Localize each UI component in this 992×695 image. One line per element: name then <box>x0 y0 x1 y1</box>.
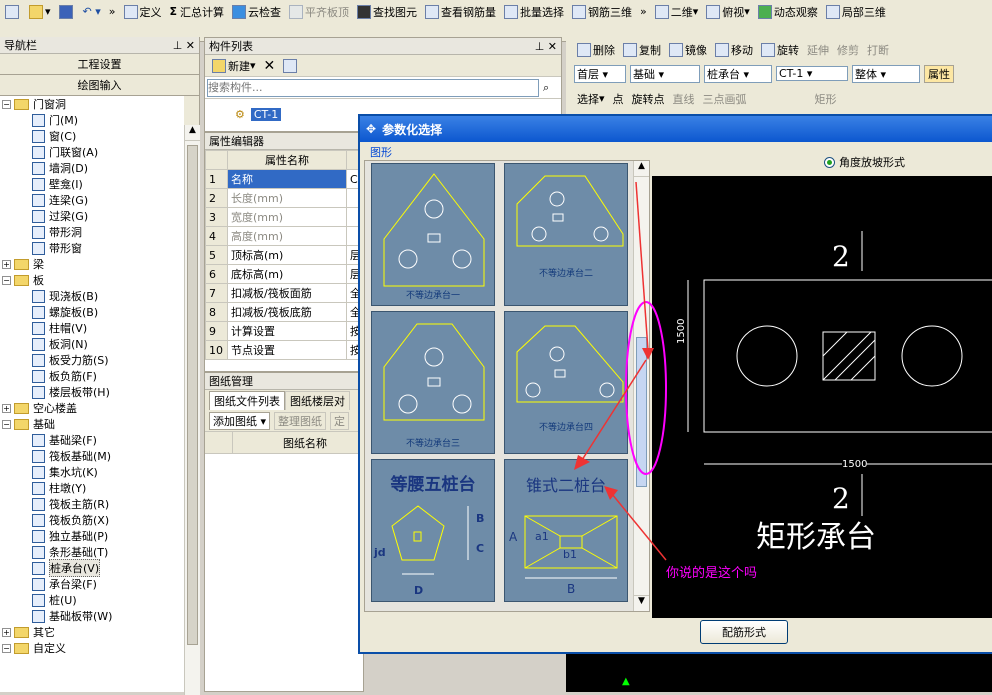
annotation-arrow-1 <box>635 181 649 351</box>
annotation-arrow-3 <box>611 493 667 561</box>
annotation-overlay <box>574 181 667 561</box>
annotation-arrowhead-1 <box>642 348 654 360</box>
annotation-arrow-2 <box>581 359 647 461</box>
annotation-arrowhead-2 <box>574 455 590 470</box>
annotation-text: 你说的是这个吗 <box>666 566 758 581</box>
